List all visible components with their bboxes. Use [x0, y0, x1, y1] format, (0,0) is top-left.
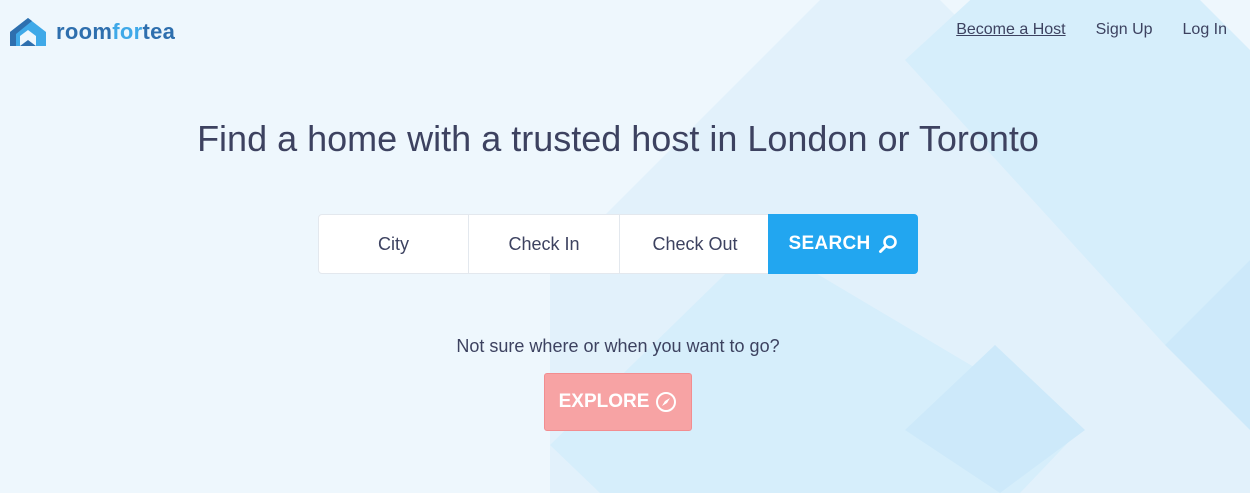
house-logo-icon — [10, 18, 46, 46]
brand-name-part: room — [56, 19, 113, 44]
search-bar: City Check In Check Out SEARCH — [318, 214, 918, 274]
top-nav: Become a Host Sign Up Log In — [926, 21, 1227, 39]
hero-title: Find a home with a trusted host in Londo… — [197, 118, 1039, 159]
brand-name: roomfortea — [56, 19, 175, 45]
compass-icon — [656, 392, 677, 412]
search-button-label: SEARCH — [788, 233, 871, 254]
become-host-link[interactable]: Become a Host — [956, 21, 1065, 39]
sign-up-link[interactable]: Sign Up — [1096, 21, 1153, 39]
brand-name-part: for — [112, 19, 143, 44]
brand-name-part: tea — [142, 19, 176, 44]
city-field[interactable]: City — [319, 215, 469, 273]
check-out-field[interactable]: Check Out — [620, 215, 770, 273]
top-header: roomfortea Become a Host Sign Up Log In — [0, 0, 1250, 64]
search-button[interactable]: SEARCH — [768, 214, 918, 274]
log-in-link[interactable]: Log In — [1183, 21, 1227, 39]
check-in-field[interactable]: Check In — [469, 215, 620, 273]
explore-button[interactable]: EXPLORE — [544, 373, 692, 431]
explore-button-label: EXPLORE — [558, 391, 650, 412]
explore-prompt: Not sure where or when you want to go? — [456, 336, 780, 356]
search-icon — [878, 235, 897, 253]
brand-logo[interactable]: roomfortea — [8, 16, 175, 48]
